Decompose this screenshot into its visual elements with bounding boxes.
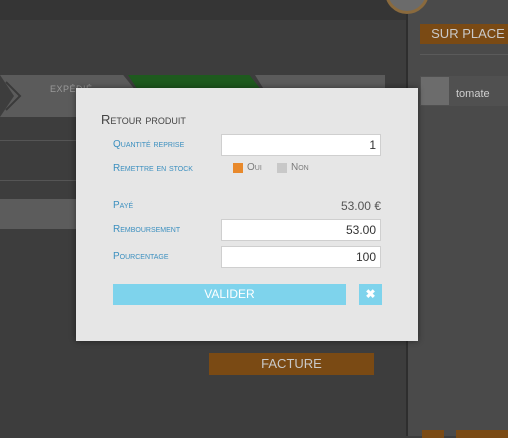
right-panel — [408, 0, 508, 436]
remettre-label: Remettre en stock — [113, 163, 193, 174]
non-checkbox[interactable] — [277, 163, 287, 173]
paye-value: 53.00 € — [340, 199, 381, 213]
bottom-button[interactable] — [456, 430, 508, 438]
quantite-input[interactable]: 1 — [221, 134, 381, 156]
close-icon[interactable]: ✖ — [359, 284, 382, 305]
product-name: tomate — [456, 88, 490, 100]
facture-button[interactable]: FACTURE — [209, 353, 374, 375]
divider — [0, 140, 76, 141]
quantite-label: Quantité reprise — [113, 139, 185, 150]
non-label: Non — [291, 162, 309, 173]
remboursement-label: Remboursement — [113, 224, 181, 235]
pourcentage-label: Pourcentage — [113, 251, 169, 262]
oui-label: Oui — [247, 162, 262, 173]
product-thumbnail — [421, 77, 449, 105]
bottom-button[interactable] — [422, 430, 444, 438]
oui-checkbox[interactable] — [233, 163, 243, 173]
remboursement-input[interactable]: 53.00 — [221, 219, 381, 241]
sur-place-button[interactable]: SUR PLACE — [420, 24, 508, 44]
valider-button[interactable]: VALIDER — [113, 284, 346, 305]
paye-label: Payé — [113, 200, 134, 211]
chevron-right-icon — [5, 81, 22, 111]
right-panel-divider — [420, 54, 508, 55]
pourcentage-input[interactable]: 100 — [221, 246, 381, 268]
divider — [0, 180, 76, 181]
left-panel-block — [0, 199, 76, 229]
modal-title: Retour produit — [101, 112, 186, 127]
